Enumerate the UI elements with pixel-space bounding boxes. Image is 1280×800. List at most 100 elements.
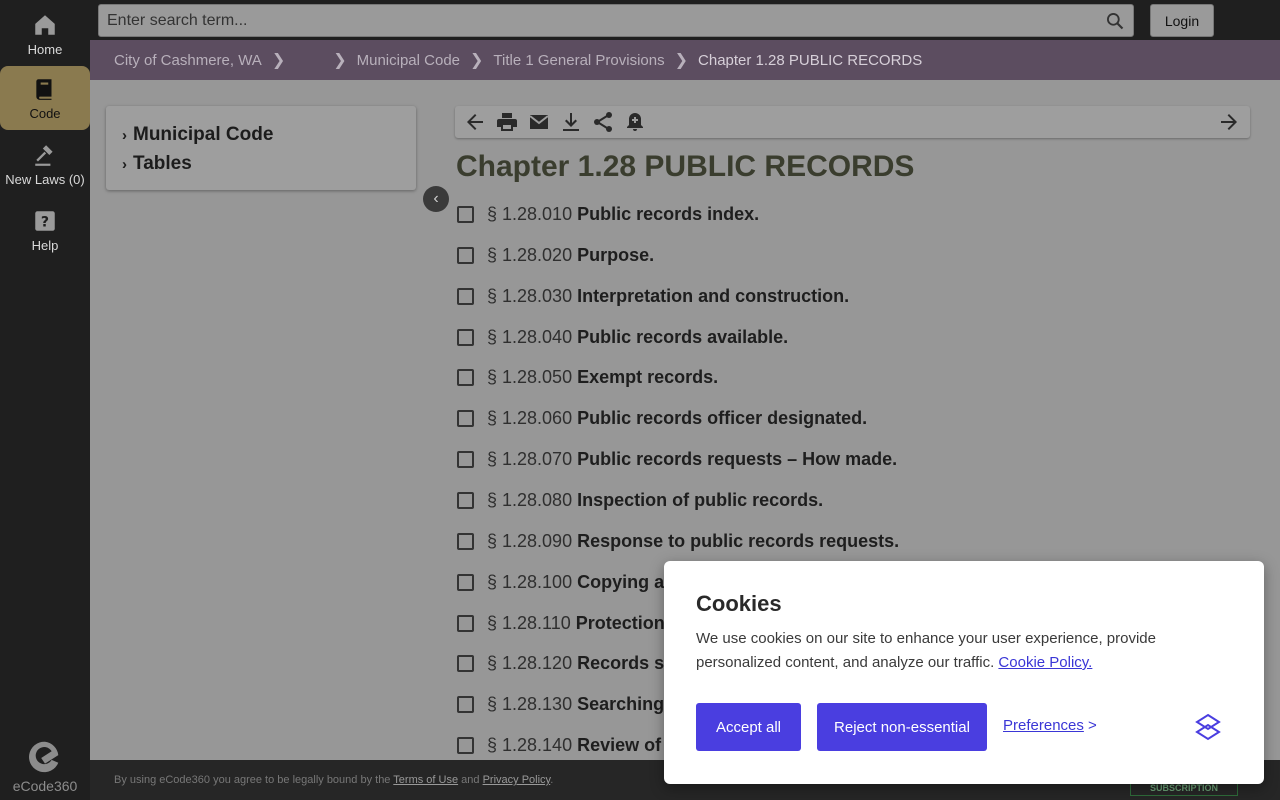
cookie-title: Cookies — [696, 591, 782, 616]
section-checkbox[interactable] — [457, 573, 474, 591]
section-title[interactable]: Inspection of public records. — [577, 490, 823, 511]
side-navigation: Home Code New Laws (0) ? Help eCode360 — [0, 0, 90, 800]
section-row[interactable]: § 1.28.080 Inspection of public records. — [457, 488, 823, 512]
section-title[interactable]: Searching — [577, 694, 664, 715]
section-title[interactable]: Records sc — [577, 653, 674, 674]
login-button[interactable]: Login — [1150, 4, 1214, 37]
email-icon[interactable] — [527, 110, 551, 134]
brand-name: eCode360 — [12, 778, 78, 794]
section-row[interactable]: § 1.28.020 Purpose. — [457, 243, 654, 267]
download-icon[interactable] — [559, 110, 583, 134]
section-checkbox[interactable] — [457, 532, 474, 550]
section-number: § 1.28.110 — [487, 612, 571, 633]
section-checkbox[interactable] — [457, 368, 474, 386]
collapse-toc-button[interactable]: ‹ — [423, 186, 449, 212]
ecode360-logo[interactable]: eCode360 — [0, 738, 90, 794]
chevron-right-icon: ❯ — [470, 52, 484, 69]
privacy-link[interactable]: Privacy Policy — [483, 774, 551, 786]
chevron-right-icon: > — [1088, 717, 1097, 734]
section-title[interactable]: Review of — [577, 735, 661, 756]
nav-help[interactable]: ? Help — [0, 198, 90, 262]
section-checkbox[interactable] — [457, 654, 474, 672]
section-number: § 1.28.030 — [487, 285, 573, 306]
breadcrumb-municipal-code[interactable]: Municipal Code — [357, 52, 460, 69]
section-row[interactable]: § 1.28.050 Exempt records. — [457, 365, 718, 389]
section-title[interactable]: Public records index. — [577, 204, 759, 225]
cookie-policy-link[interactable]: Cookie Policy. — [998, 654, 1092, 671]
section-checkbox[interactable] — [457, 328, 474, 346]
section-row[interactable]: § 1.28.100 Copying ar — [457, 570, 671, 594]
nav-code-label: Code — [29, 105, 61, 121]
nav-home[interactable]: Home — [0, 2, 90, 66]
cookie-body: We use cookies on our site to enhance yo… — [696, 627, 1232, 675]
search-input[interactable] — [99, 5, 1089, 36]
section-number: § 1.28.040 — [487, 326, 573, 347]
section-number: § 1.28.130 — [487, 693, 573, 714]
cookie-dialog: Cookies We use cookies on our site to en… — [664, 561, 1264, 784]
preferences-link[interactable]: Preferences > — [1003, 717, 1097, 734]
chapter-number: Chapter 1.28 — [456, 150, 637, 183]
nav-new-laws-label: New Laws (0) — [5, 171, 85, 187]
reject-non-essential-button[interactable]: Reject non-essential — [817, 703, 987, 751]
chevron-right-icon: › — [122, 127, 127, 144]
section-number: § 1.28.020 — [487, 244, 573, 265]
section-checkbox[interactable] — [457, 614, 474, 632]
section-checkbox[interactable] — [457, 409, 474, 427]
section-title[interactable]: Purpose. — [577, 245, 654, 266]
section-checkbox[interactable] — [457, 695, 474, 713]
nav-help-label: Help — [31, 237, 59, 253]
section-row[interactable]: § 1.28.130 Searching — [457, 692, 664, 716]
section-checkbox[interactable] — [457, 287, 474, 305]
footer-text: By using eCode360 you agree to be legall… — [114, 774, 391, 786]
nav-new-laws[interactable]: New Laws (0) — [0, 132, 90, 196]
section-number: § 1.28.140 — [487, 734, 573, 755]
chevron-right-icon: ❯ — [333, 52, 347, 69]
section-title[interactable]: Public records requests – How made. — [577, 449, 897, 470]
section-row[interactable]: § 1.28.060 Public records officer designa… — [457, 406, 867, 430]
section-number: § 1.28.080 — [487, 489, 573, 510]
breadcrumb-city[interactable]: City of Cashmere, WA — [114, 52, 262, 69]
terms-link[interactable]: Terms of Use — [393, 774, 458, 786]
section-checkbox[interactable] — [457, 736, 474, 754]
section-checkbox[interactable] — [457, 246, 474, 264]
section-title[interactable]: Public records officer designated. — [577, 408, 867, 429]
section-row[interactable]: § 1.28.140 Review of — [457, 733, 661, 757]
section-number: § 1.28.090 — [487, 530, 573, 551]
section-title[interactable]: Exempt records. — [577, 367, 718, 388]
section-row[interactable]: § 1.28.090 Response to public records req… — [457, 529, 899, 553]
footer-period: . — [550, 774, 554, 786]
section-number: § 1.28.050 — [487, 366, 573, 387]
back-arrow-icon[interactable] — [463, 110, 487, 134]
share-icon[interactable] — [591, 110, 615, 134]
toc-item-tables[interactable]: › Tables — [122, 149, 400, 178]
section-row[interactable]: § 1.28.110 Protection — [457, 611, 665, 635]
section-row[interactable]: § 1.28.010 Public records index. — [457, 202, 759, 226]
section-title[interactable]: Response to public records requests. — [577, 531, 899, 552]
section-row[interactable]: § 1.28.120 Records sc — [457, 651, 674, 675]
nav-code[interactable]: Code — [0, 66, 90, 130]
section-title[interactable]: Interpretation and construction. — [577, 286, 849, 307]
toc-item-label: Municipal Code — [133, 124, 274, 145]
home-icon — [35, 14, 55, 35]
breadcrumb-current: Chapter 1.28 PUBLIC RECORDS — [698, 51, 923, 69]
bell-add-icon[interactable] — [623, 110, 647, 134]
forward-arrow-icon[interactable] — [1217, 110, 1241, 134]
section-row[interactable]: § 1.28.070 Public records requests – How … — [457, 447, 897, 471]
section-title[interactable]: Copying ar — [577, 572, 671, 593]
search-icon[interactable] — [1105, 11, 1125, 31]
section-checkbox[interactable] — [457, 205, 474, 223]
gavel-icon — [35, 144, 53, 166]
print-icon[interactable] — [495, 110, 519, 134]
breadcrumb-title-1[interactable]: Title 1 General Provisions — [493, 52, 664, 69]
section-checkbox[interactable] — [457, 491, 474, 509]
section-row[interactable]: § 1.28.030 Interpretation and constructio… — [457, 284, 849, 308]
chapter-name: PUBLIC RECORDS — [644, 150, 915, 183]
section-checkbox[interactable] — [457, 450, 474, 468]
section-row[interactable]: § 1.28.040 Public records available. — [457, 325, 788, 349]
section-title[interactable]: Public records available. — [577, 327, 788, 348]
section-title[interactable]: Protection — [576, 613, 665, 634]
accept-all-button[interactable]: Accept all — [696, 703, 801, 751]
chevron-right-icon: ❯ — [271, 52, 286, 69]
help-icon: ? — [35, 210, 55, 231]
toc-item-municipal-code[interactable]: › Municipal Code — [122, 120, 400, 149]
